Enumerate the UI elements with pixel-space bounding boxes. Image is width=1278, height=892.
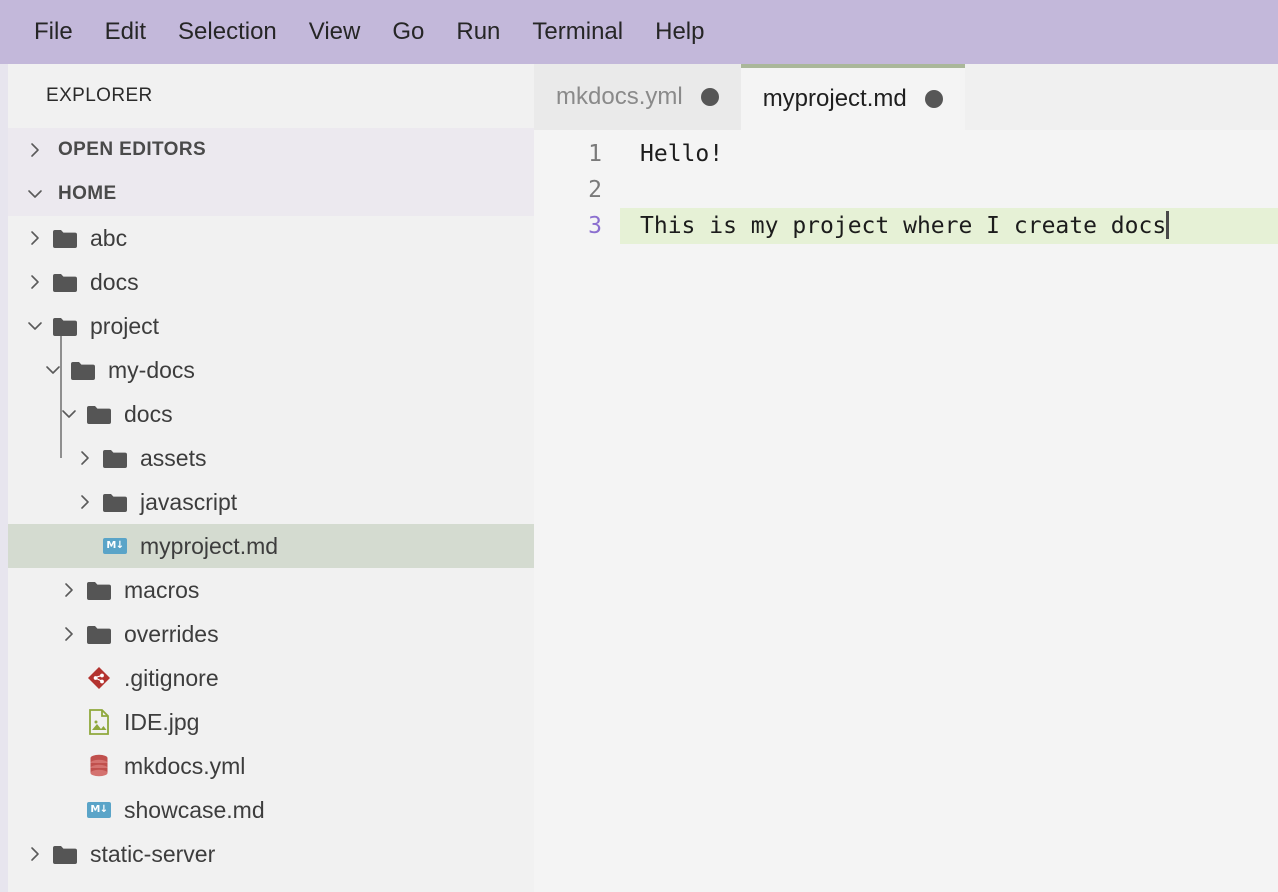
tab-mkdocs-yml[interactable]: mkdocs.yml (534, 64, 741, 130)
tree-item-label: myproject.md (140, 532, 279, 559)
tree-row[interactable]: macros (8, 568, 534, 612)
tree-item-label: overrides (124, 620, 219, 647)
chevron-right-icon[interactable] (22, 269, 48, 295)
editor-group: mkdocs.yml myproject.md 1 Hello! 2 3 Thi… (534, 64, 1278, 892)
chevron-right-icon[interactable] (22, 225, 48, 251)
code-line: 2 (534, 172, 1278, 208)
line-text[interactable]: Hello! (620, 136, 1278, 172)
section-label-home: HOME (58, 183, 117, 204)
file-tree: abc docs project my-docs docs assets jav… (8, 216, 534, 876)
chevron-down-icon[interactable] (40, 357, 66, 383)
line-text-active[interactable]: This is my project where I create docs (620, 208, 1278, 244)
tab-label: mkdocs.yml (556, 83, 683, 110)
menu-item-file[interactable]: File (18, 16, 89, 48)
chevron-right-icon[interactable] (22, 841, 48, 867)
tree-row[interactable]: docs (8, 392, 534, 436)
code-line: 1 Hello! (534, 136, 1278, 172)
dirty-indicator-icon[interactable] (924, 90, 943, 108)
tree-item-label: abc (90, 224, 128, 251)
chevron-down-icon[interactable] (22, 313, 48, 339)
tree-row[interactable]: abc (8, 216, 534, 260)
folder-icon (82, 404, 116, 425)
markdown-file-icon: M↓ (82, 802, 116, 818)
tree-item-label: my-docs (108, 356, 195, 383)
tree-row[interactable]: IDE.jpg (8, 700, 534, 744)
tree-row[interactable]: .gitignore (8, 656, 534, 700)
dirty-indicator-icon[interactable] (700, 88, 719, 106)
folder-icon (66, 360, 100, 381)
markdown-badge: M↓ (87, 802, 111, 818)
code-editor[interactable]: 1 Hello! 2 3 This is my project where I … (534, 130, 1278, 892)
chevron-down-icon (22, 181, 48, 207)
workbench-body: EXPLORER OPEN EDITORS HOME abc docs proj… (0, 64, 1278, 892)
section-open-editors[interactable]: OPEN EDITORS (8, 128, 534, 172)
chevron-right-icon[interactable] (72, 489, 98, 515)
chevron-down-icon[interactable] (56, 401, 82, 427)
yaml-database-file-icon (82, 753, 116, 779)
tree-row[interactable]: static-server (8, 832, 534, 876)
line-number: 2 (588, 176, 602, 203)
menu-item-view[interactable]: View (293, 16, 377, 48)
chevron-right-icon[interactable] (56, 621, 82, 647)
text-cursor (1166, 211, 1170, 239)
menu-bar: File Edit Selection View Go Run Terminal… (0, 0, 1278, 64)
git-file-icon (82, 666, 116, 690)
tree-item-label: javascript (140, 488, 238, 515)
folder-icon (82, 624, 116, 645)
tree-item-label: static-server (90, 840, 216, 867)
image-file-icon (82, 709, 116, 735)
tree-item-label: .gitignore (124, 664, 219, 691)
tree-row[interactable]: overrides (8, 612, 534, 656)
editor-tab-bar: mkdocs.yml myproject.md (534, 64, 1278, 130)
folder-icon (48, 844, 82, 865)
chevron-right-icon[interactable] (56, 577, 82, 603)
tree-item-label: docs (124, 400, 173, 427)
tree-item-label: IDE.jpg (124, 708, 200, 735)
tree-row[interactable]: my-docs (8, 348, 534, 392)
tree-item-label: docs (90, 268, 139, 295)
tree-item-label: project (90, 312, 160, 339)
line-text-value: This is my project where I create docs (640, 213, 1167, 239)
tree-item-label: mkdocs.yml (124, 752, 246, 779)
activity-bar (0, 64, 8, 892)
menu-item-help[interactable]: Help (639, 16, 720, 48)
tab-bar-empty-space (964, 64, 1278, 130)
line-number: 1 (588, 140, 602, 167)
folder-icon (48, 272, 82, 293)
tree-item-label: macros (124, 576, 200, 603)
menu-item-run[interactable]: Run (440, 16, 516, 48)
tree-row[interactable]: project (8, 304, 534, 348)
line-number: 3 (588, 212, 602, 239)
folder-icon (48, 228, 82, 249)
tab-myproject-md[interactable]: myproject.md (740, 64, 965, 130)
menu-item-edit[interactable]: Edit (89, 16, 162, 48)
menu-item-terminal[interactable]: Terminal (516, 16, 639, 48)
tree-row[interactable]: docs (8, 260, 534, 304)
menu-item-selection[interactable]: Selection (162, 16, 293, 48)
folder-icon (82, 580, 116, 601)
section-home[interactable]: HOME (8, 172, 534, 216)
explorer-sidebar: EXPLORER OPEN EDITORS HOME abc docs proj… (8, 64, 534, 892)
markdown-badge: M↓ (103, 538, 127, 554)
tree-row[interactable]: mkdocs.yml (8, 744, 534, 788)
tree-row[interactable]: javascript (8, 480, 534, 524)
tree-row[interactable]: assets (8, 436, 534, 480)
folder-icon (98, 448, 132, 469)
tree-row-myproject-md[interactable]: M↓ myproject.md (8, 524, 534, 568)
folder-icon (48, 316, 82, 337)
tree-row[interactable]: M↓ showcase.md (8, 788, 534, 832)
line-text[interactable] (620, 172, 1278, 208)
code-line-active: 3 This is my project where I create docs (534, 208, 1278, 244)
tab-label: myproject.md (762, 85, 907, 112)
folder-icon (98, 492, 132, 513)
tree-item-label: assets (140, 444, 207, 471)
vscode-window: File Edit Selection View Go Run Terminal… (0, 0, 1278, 892)
chevron-right-icon[interactable] (72, 445, 98, 471)
markdown-file-icon: M↓ (98, 538, 132, 554)
section-label-open-editors: OPEN EDITORS (58, 139, 207, 160)
chevron-right-icon (22, 137, 48, 163)
tree-item-label: showcase.md (124, 796, 265, 823)
menu-item-go[interactable]: Go (376, 16, 440, 48)
explorer-title: EXPLORER (8, 64, 534, 128)
